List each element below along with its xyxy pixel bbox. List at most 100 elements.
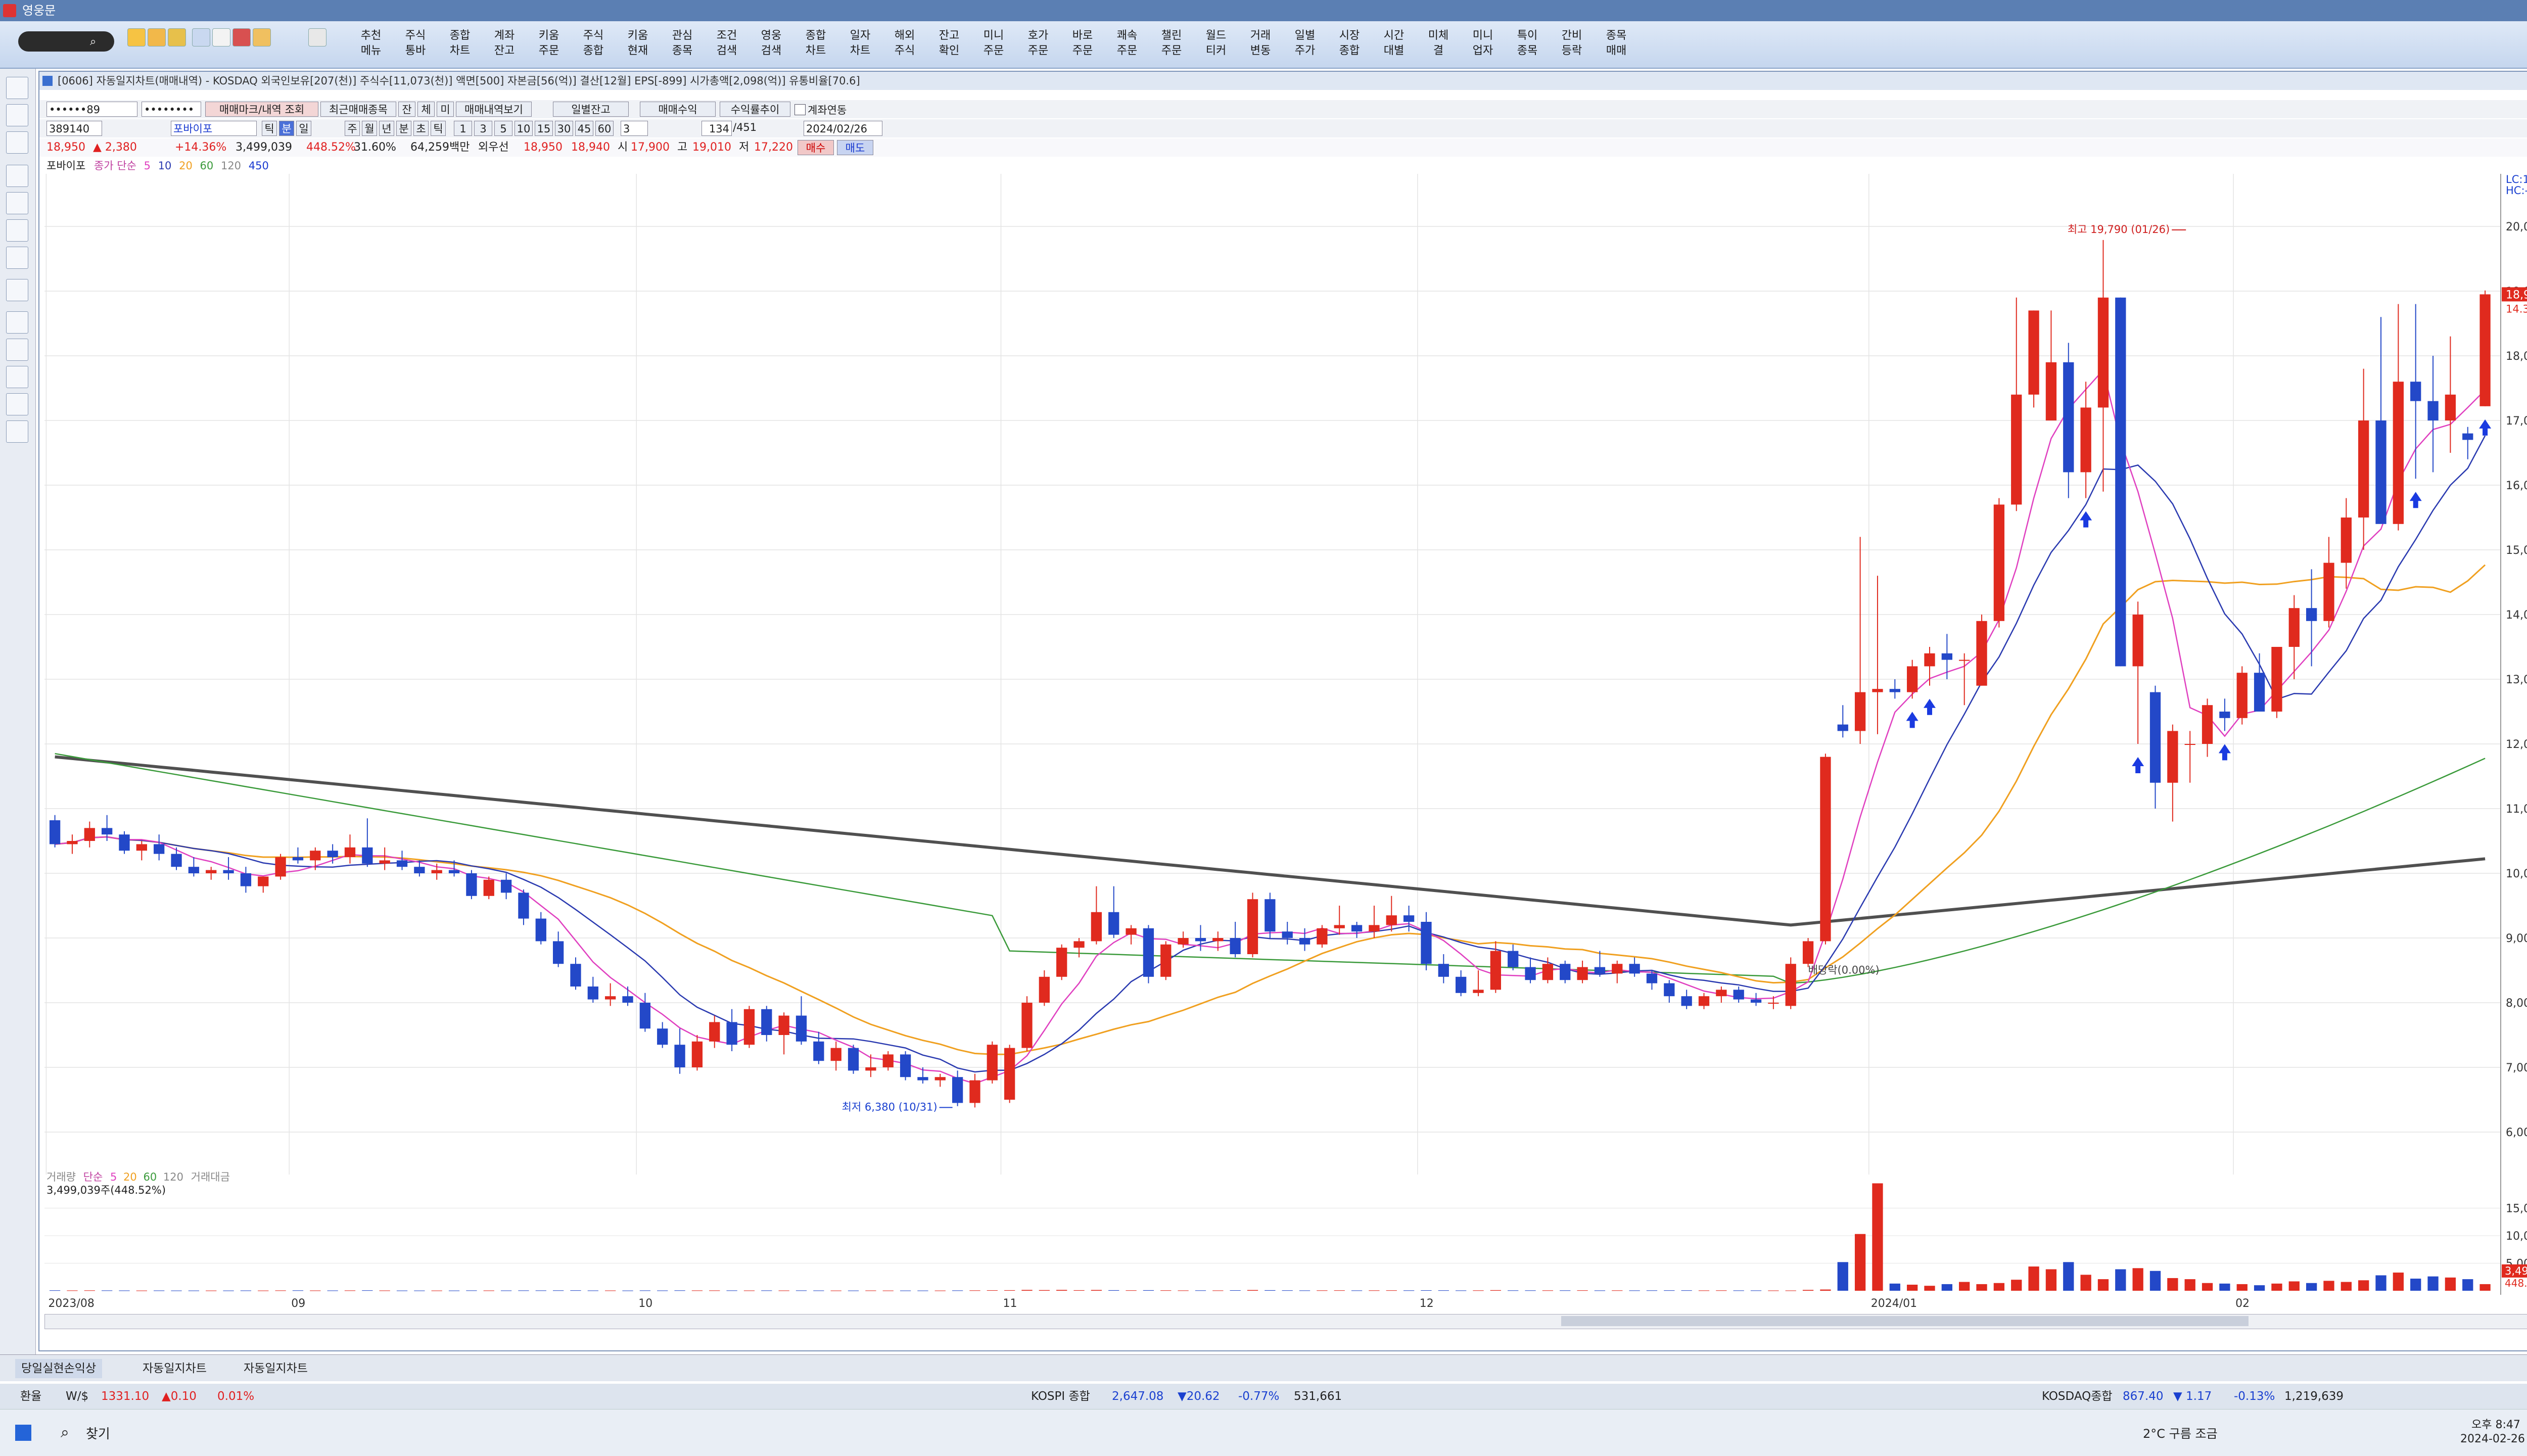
minute-1-button[interactable]: 1: [454, 121, 472, 136]
menu-item-23[interactable]: 시간 대별: [1375, 25, 1413, 65]
taskbar-search-icon[interactable]: ⌕: [61, 1424, 69, 1441]
stock-code-field[interactable]: 389140: [46, 121, 102, 136]
price-chart[interactable]: 6,000 7,000 8,000 9,000 10,000 11,000 12,000 13…: [44, 174, 2527, 1175]
menu-item-17[interactable]: 쾌속 주문: [1108, 25, 1146, 65]
minute-5-button[interactable]: 5: [494, 121, 512, 136]
buy-button[interactable]: 매수: [798, 140, 834, 155]
return-trend-button[interactable]: 수익률추이: [720, 102, 790, 117]
menu-item-4[interactable]: 키움 주문: [530, 25, 568, 65]
minute-3-button[interactable]: 3: [474, 121, 492, 136]
tab-daily-realized[interactable]: 당일실현손익상: [15, 1359, 103, 1378]
period-sec-button[interactable]: 초: [413, 121, 429, 136]
search-icon[interactable]: ⌕: [90, 35, 96, 48]
chart-scrollbar[interactable]: [44, 1314, 2527, 1329]
date-field[interactable]: 2024/02/26: [804, 121, 882, 136]
folder-icon[interactable]: [253, 28, 271, 46]
menu-item-6[interactable]: 키움 현재: [619, 25, 657, 65]
text-tool-icon[interactable]: [6, 219, 28, 242]
bar-count-field[interactable]: 134: [701, 121, 732, 136]
period-year-button[interactable]: 년: [379, 121, 394, 136]
menu-item-19[interactable]: 월드 티커: [1197, 25, 1235, 65]
stock-name-field[interactable]: 포바이포: [171, 121, 257, 136]
menu-item-22[interactable]: 시장 종합: [1330, 25, 1369, 65]
menu-item-1[interactable]: 주식 통바: [396, 25, 435, 65]
menu-item-21[interactable]: 일별 주가: [1286, 25, 1324, 65]
crosshair-tool-icon[interactable]: [6, 104, 28, 126]
stock-search-combo[interactable]: [18, 31, 114, 52]
interval-select[interactable]: 3: [621, 121, 648, 136]
calendar-icon[interactable]: [212, 28, 230, 46]
menu-item-24[interactable]: 미체 결: [1419, 25, 1458, 65]
shape-tool-icon[interactable]: [6, 339, 28, 361]
recent-trade-button[interactable]: 최근매매종목: [320, 102, 396, 117]
volume-chart[interactable]: 5,000K10,000K15,000K3,499K448.52%: [44, 1170, 2527, 1295]
menu-item-10[interactable]: 종합 차트: [797, 25, 835, 65]
minute-45-button[interactable]: 45: [575, 121, 593, 136]
period-week-button[interactable]: 주: [345, 121, 360, 136]
hline-tool-icon[interactable]: [6, 165, 28, 187]
menu-item-20[interactable]: 거래 변동: [1241, 25, 1280, 65]
mail-icon[interactable]: [232, 28, 251, 46]
menu-item-18[interactable]: 챌린 주문: [1152, 25, 1191, 65]
circle-tool-icon[interactable]: [6, 366, 28, 388]
minute-60-button[interactable]: 60: [595, 121, 614, 136]
edit-tool-icon[interactable]: [148, 28, 166, 46]
password-field[interactable]: ••••••••: [142, 102, 201, 117]
menu-item-9[interactable]: 영웅 검색: [752, 25, 790, 65]
taskbar-search-label[interactable]: 찾기: [86, 1424, 110, 1442]
wave-tool-icon[interactable]: [6, 420, 28, 443]
menu-item-3[interactable]: 계좌 잔고: [485, 25, 524, 65]
menu-item-15[interactable]: 호가 주문: [1019, 25, 1057, 65]
filled-button[interactable]: 체: [417, 102, 435, 117]
menu-item-8[interactable]: 조건 검색: [708, 25, 746, 65]
menu-item-28[interactable]: 종목 매매: [1597, 25, 1635, 65]
eraser-tool-icon[interactable]: [6, 247, 28, 269]
scrollbar-thumb[interactable]: [1561, 1316, 2249, 1326]
pen-tool-icon[interactable]: [6, 279, 28, 301]
cursor-tool-icon[interactable]: [6, 77, 28, 99]
account-link-checkbox[interactable]: [794, 104, 806, 115]
trade-profit-button[interactable]: 매매수익: [640, 102, 716, 117]
menu-item-26[interactable]: 특이 종목: [1508, 25, 1547, 65]
menu-item-25[interactable]: 미니 업자: [1464, 25, 1502, 65]
period-month-button[interactable]: 월: [362, 121, 377, 136]
trendline-tool-icon[interactable]: [6, 192, 28, 214]
period-tick-button[interactable]: 틱: [262, 121, 277, 136]
menu-item-5[interactable]: 주식 종합: [574, 25, 613, 65]
menu-item-7[interactable]: 관심 종목: [663, 25, 701, 65]
menu-item-27[interactable]: 간비 등락: [1553, 25, 1591, 65]
trade-mark-button[interactable]: 매매마크/내역 조회: [205, 102, 318, 117]
menu-item-2[interactable]: 종합 차트: [441, 25, 479, 65]
period-min-button[interactable]: 분: [396, 121, 411, 136]
menu-item-13[interactable]: 잔고 확인: [930, 25, 968, 65]
tab-auto-journal-2[interactable]: 자동일지차트: [238, 1359, 314, 1378]
daily-balance-button[interactable]: 일별잔고: [553, 102, 629, 117]
tab-auto-journal-1[interactable]: 자동일지차트: [136, 1359, 213, 1378]
menu-item-16[interactable]: 바로 주문: [1063, 25, 1102, 65]
period-tick2-button[interactable]: 틱: [431, 121, 446, 136]
list-tool-icon[interactable]: [6, 393, 28, 415]
settings-icon[interactable]: [308, 28, 326, 46]
menu-item-11[interactable]: 일자 차트: [841, 25, 879, 65]
period-day-button[interactable]: 일: [296, 121, 311, 136]
menu-item-12[interactable]: 해외 주식: [885, 25, 924, 65]
flag-icon[interactable]: [192, 28, 210, 46]
settings-tool-icon[interactable]: [6, 131, 28, 154]
trade-history-button[interactable]: 매매내역보기: [456, 102, 532, 117]
volume-ratio: 448.52%: [306, 141, 356, 154]
minute-15-button[interactable]: 15: [535, 121, 553, 136]
candle-body: [518, 893, 529, 919]
menu-item-0[interactable]: 추천 메뉴: [352, 25, 390, 65]
minute-30-button[interactable]: 30: [555, 121, 573, 136]
text-box-tool-icon[interactable]: [6, 311, 28, 334]
windows-start-icon[interactable]: [15, 1425, 31, 1441]
sell-button[interactable]: 매도: [837, 140, 873, 155]
period-minute-button[interactable]: 분: [279, 121, 294, 136]
account-field[interactable]: ••••••89: [46, 102, 137, 117]
unfilled-button[interactable]: 미: [437, 102, 454, 117]
lock-icon[interactable]: [168, 28, 186, 46]
menu-item-14[interactable]: 미니 주문: [974, 25, 1013, 65]
minute-10-button[interactable]: 10: [514, 121, 533, 136]
balance-button[interactable]: 잔: [398, 102, 415, 117]
chart-tool-icon[interactable]: [127, 28, 146, 46]
